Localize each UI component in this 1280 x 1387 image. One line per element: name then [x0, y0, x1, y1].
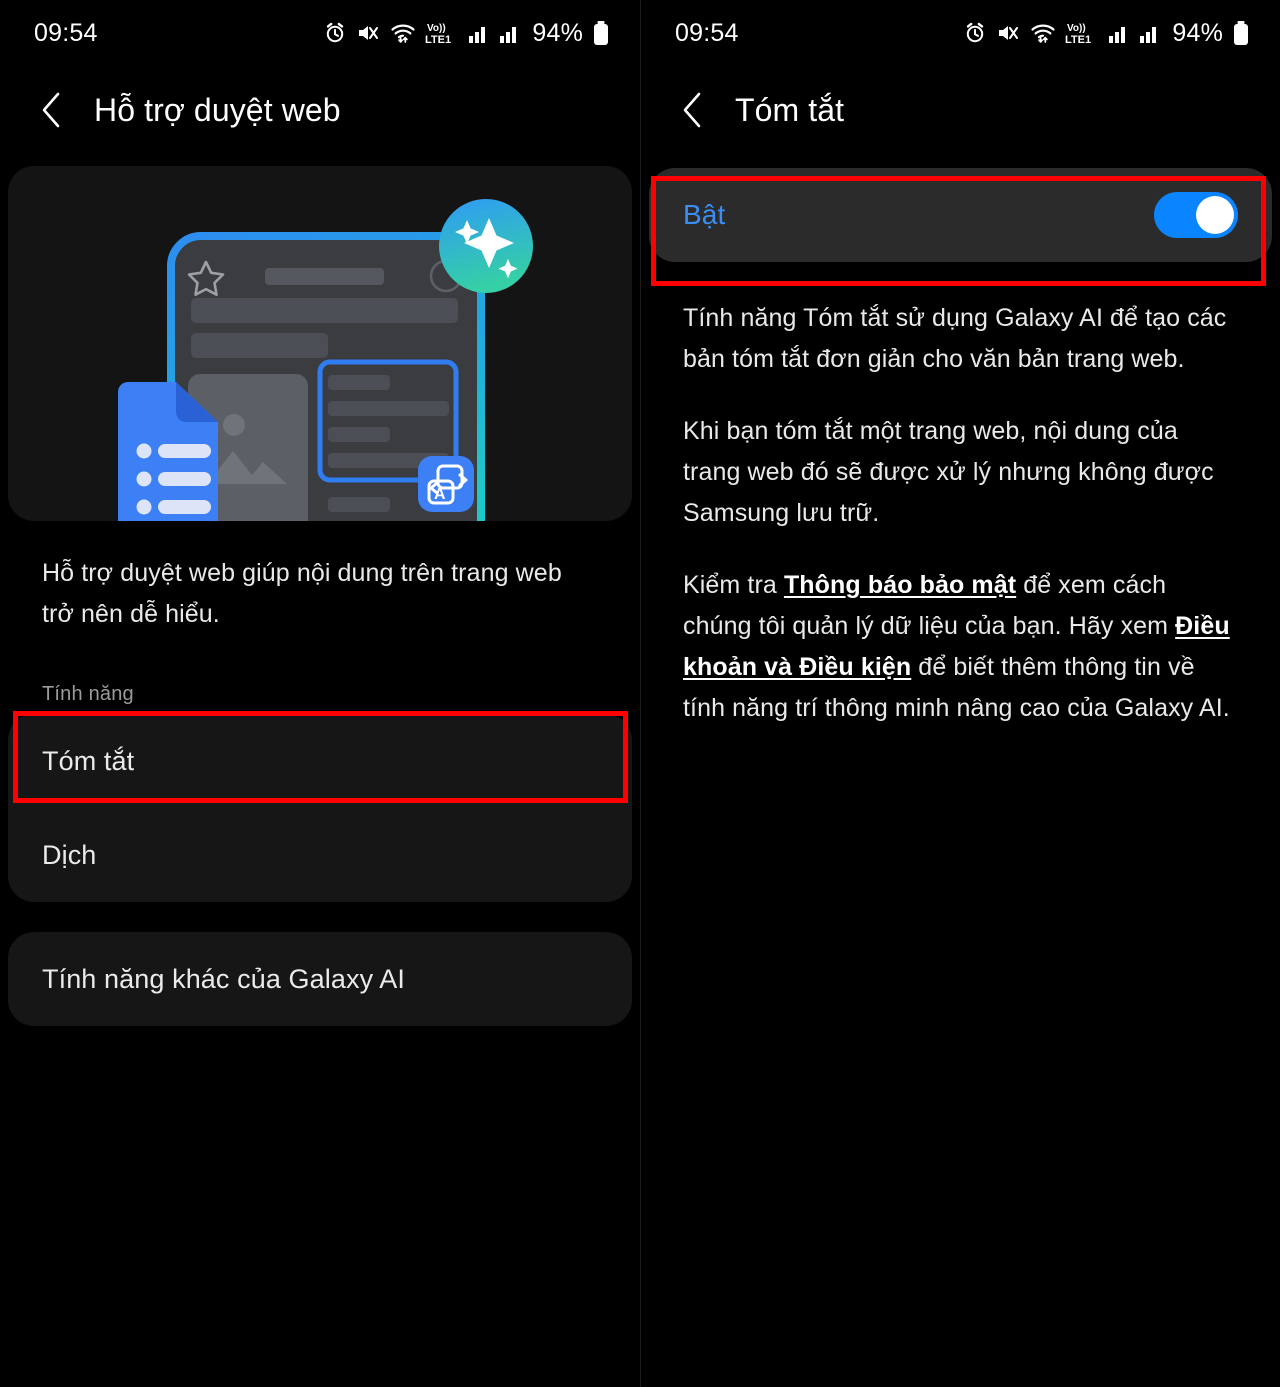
signal-bars-icon [500, 27, 517, 43]
toggle-label: Bật [683, 199, 726, 230]
paragraph-1: Tính năng Tóm tắt sử dụng Galaxy AI để t… [683, 298, 1234, 380]
inline-link[interactable]: Thông báo bảo mật [784, 571, 1016, 599]
back-button[interactable] [34, 89, 68, 131]
signal-bars-icon [1109, 27, 1126, 43]
wifi-icon [391, 24, 415, 43]
svg-text:Vo)): Vo)) [427, 23, 446, 34]
status-bar-icons: Vo)) LTE1 94% [963, 19, 1250, 48]
paragraph-3: Kiểm tra Thông báo bảo mật để xem cách c… [683, 565, 1234, 729]
hero-description: Hỗ trợ duyệt web giúp nội dung trên tran… [42, 559, 562, 628]
left-app-bar: Hỗ trợ duyệt web [0, 66, 640, 154]
signal-bars-icon [469, 27, 486, 43]
paragraph-text: Kiểm tra [683, 571, 784, 599]
row-other-galaxy-ai-features[interactable]: Tính năng khác của Galaxy AI [8, 932, 632, 1026]
status-bar-clock: 09:54 [675, 18, 739, 47]
feature-row-label: Tóm tắt [42, 745, 135, 776]
hero-illustration-card: A [8, 166, 632, 521]
row-label: Tính năng khác của Galaxy AI [42, 963, 406, 994]
svg-text:Vo)): Vo)) [1067, 23, 1086, 34]
status-bar: 09:54 Vo)) LTE1 94% [641, 0, 1280, 66]
chevron-left-icon [683, 92, 701, 128]
back-button[interactable] [675, 89, 709, 131]
summary-description-body: Tính năng Tóm tắt sử dụng Galaxy AI để t… [641, 262, 1280, 729]
volte-icon: Vo)) LTE1 [1065, 23, 1091, 46]
battery-percentage: 94% [532, 18, 583, 47]
feature-row-tom-tat[interactable]: Tóm tắt [8, 714, 632, 808]
alarm-icon [967, 22, 984, 43]
feature-row-dich[interactable]: Dịch [8, 808, 632, 902]
paragraph-text: Khi bạn tóm tắt một trang web, nội dung … [683, 417, 1214, 527]
chevron-left-icon [42, 92, 60, 128]
toggle-knob [1196, 196, 1234, 234]
battery-icon [594, 21, 608, 45]
paragraph-text: Tính năng Tóm tắt sử dụng Galaxy AI để t… [683, 304, 1227, 373]
signal-bars-icon [1140, 27, 1157, 43]
alarm-icon [327, 22, 344, 43]
other-features-group: Tính năng khác của Galaxy AI [8, 932, 632, 1026]
feature-row-label: Dịch [42, 839, 97, 870]
summary-toggle-switch[interactable] [1154, 192, 1238, 238]
feature-list-group: Tóm tắt Dịch [8, 714, 632, 902]
battery-icon [1234, 21, 1248, 45]
page-title: Hỗ trợ duyệt web [94, 91, 341, 128]
status-bar-icons: Vo)) LTE1 94% [323, 19, 610, 48]
svg-text:LTE1: LTE1 [425, 34, 451, 46]
battery-percentage: 94% [1172, 18, 1223, 47]
dual-screenshot-container: 09:54 Vo)) LTE1 94% Hỗ trợ duyệt web A H… [0, 0, 1280, 1387]
right-screen: 09:54 Vo)) LTE1 94% Tóm tắt Bật Tính năn… [640, 0, 1280, 1387]
status-bar: 09:54 Vo)) LTE1 94% [0, 0, 640, 66]
status-bar-clock: 09:54 [34, 18, 98, 47]
svg-text:A: A [434, 486, 446, 503]
volte-icon: Vo)) LTE1 [425, 23, 451, 46]
sparkle-badge-icon [439, 199, 533, 293]
right-app-bar: Tóm tắt [641, 66, 1280, 154]
page-title: Tóm tắt [735, 91, 845, 128]
svg-text:LTE1: LTE1 [1065, 34, 1091, 46]
translate-icon: A [418, 456, 474, 512]
left-screen: 09:54 Vo)) LTE1 94% Hỗ trợ duyệt web A H… [0, 0, 640, 1387]
mute-vibrate-icon [359, 26, 379, 40]
browsing-assist-illustration: A [8, 166, 632, 521]
paragraph-2: Khi bạn tóm tắt một trang web, nội dung … [683, 411, 1234, 534]
mute-vibrate-icon [999, 26, 1019, 40]
wifi-icon [1031, 24, 1055, 43]
section-header-features: Tính năng [42, 683, 134, 705]
summary-toggle-row[interactable]: Bật [649, 168, 1272, 262]
